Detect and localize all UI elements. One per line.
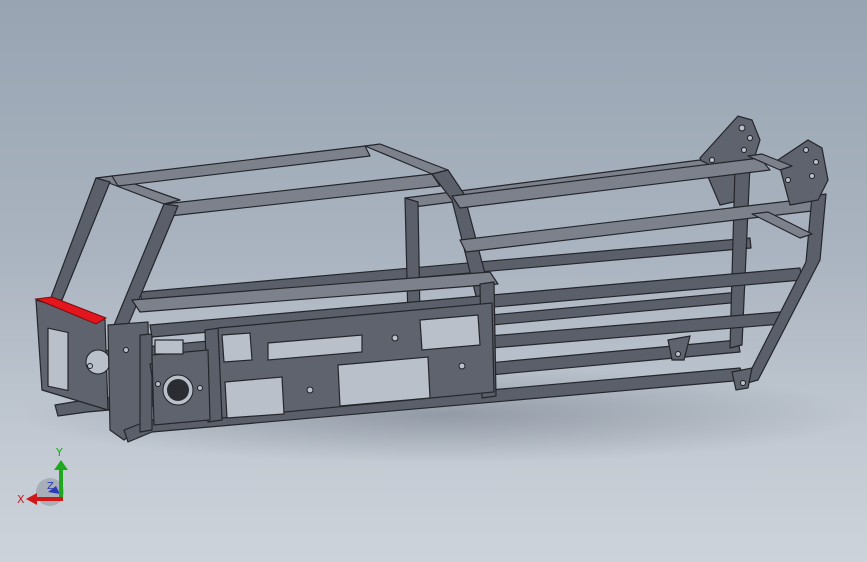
- triad-y-arrowhead: [54, 460, 68, 470]
- triad-y-axis: [59, 470, 63, 498]
- triad-x-arrowhead: [26, 493, 37, 505]
- truck-frame-model[interactable]: Y X Z: [0, 0, 867, 562]
- triad-y-label: Y: [55, 446, 63, 459]
- near-rear-mount-plate[interactable]: [777, 139, 829, 206]
- triad-x-label: X: [17, 493, 25, 506]
- triad-x-axis: [36, 497, 63, 501]
- triad-z-label: Z: [47, 481, 54, 492]
- cad-viewport[interactable]: Y X Z: [0, 0, 867, 562]
- view-orientation-triad[interactable]: Y X Z: [17, 446, 68, 506]
